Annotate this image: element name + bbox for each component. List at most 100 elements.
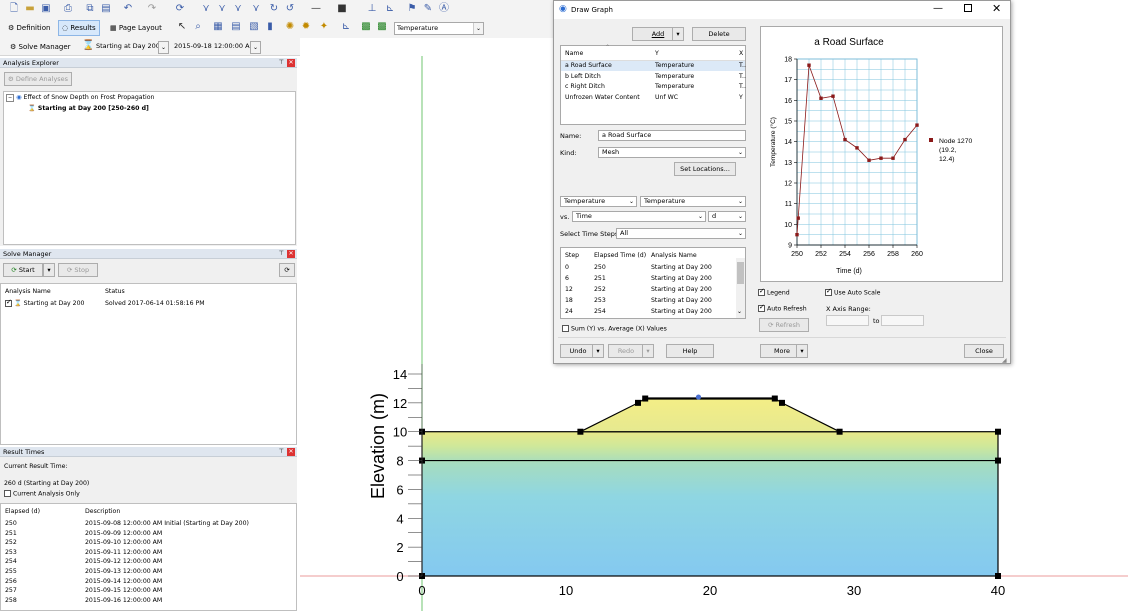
refresh-button[interactable]: ⟳ Refresh bbox=[759, 318, 809, 332]
step-row-step[interactable]: 18 bbox=[565, 297, 573, 304]
graph-row-name[interactable]: b Left Ditch bbox=[565, 73, 601, 80]
set-locations-button[interactable]: Set Locations... bbox=[674, 162, 736, 176]
close-icon[interactable]: ✕ bbox=[992, 2, 1001, 15]
current-analysis-only-checkbox[interactable] bbox=[4, 490, 11, 497]
step-row-step[interactable]: 12 bbox=[565, 286, 573, 293]
auto-refresh-toggle[interactable]: Auto Refresh bbox=[758, 303, 807, 313]
pin-icon[interactable]: ⊤ bbox=[279, 249, 284, 259]
legend-toggle[interactable]: Legend bbox=[758, 287, 790, 297]
x-range-min-input[interactable] bbox=[826, 315, 869, 326]
rotate-icon[interactable]: ↻ bbox=[268, 3, 280, 15]
result-time-elapsed[interactable]: 258 bbox=[5, 597, 17, 604]
analysis-select-dropdown[interactable]: ⌄ bbox=[158, 41, 169, 54]
rotate-back-icon[interactable]: ↺ bbox=[284, 3, 296, 15]
result-time-elapsed[interactable]: 251 bbox=[5, 530, 17, 537]
step-row-elapsed[interactable]: 254 bbox=[594, 308, 606, 315]
sheet-icon[interactable]: ▧ bbox=[248, 21, 260, 33]
pin-icon[interactable]: ⊤ bbox=[279, 447, 284, 457]
flag-icon[interactable]: ⚑ bbox=[406, 3, 418, 15]
auto-scale-checkbox[interactable] bbox=[825, 287, 832, 296]
graph-row-x[interactable]: T.. bbox=[739, 83, 746, 90]
soil-region[interactable] bbox=[421, 431, 999, 577]
vector-icon[interactable]: ✦ bbox=[318, 21, 330, 33]
solve-manager-button[interactable]: ⚙ Solve Manager bbox=[6, 39, 75, 55]
redo-button[interactable]: Redo bbox=[608, 344, 644, 358]
copy-icon[interactable]: ⧉ bbox=[84, 3, 96, 15]
undo-icon[interactable]: ↶ bbox=[122, 3, 134, 15]
name-input[interactable]: a Road Surface bbox=[598, 130, 746, 141]
result-time-description[interactable]: 2015-09-08 12:00:00 AM Initial (Starting… bbox=[85, 520, 249, 527]
contour-parameter-select[interactable]: Temperature ⌄ bbox=[394, 22, 484, 35]
legend-checkbox[interactable] bbox=[758, 287, 765, 296]
result-time-description[interactable]: 2015-09-11 12:00:00 AM bbox=[85, 549, 162, 556]
graph-row-name[interactable]: Unfrozen Water Content bbox=[565, 94, 640, 101]
axis-tool-icon[interactable]: ⊥ bbox=[366, 3, 378, 15]
geometry-point[interactable] bbox=[577, 428, 584, 435]
start-button[interactable]: ⟳ Start bbox=[3, 263, 43, 277]
graph-row-y[interactable]: Temperature bbox=[655, 62, 694, 69]
contour-icon[interactable]: ✺ bbox=[284, 21, 296, 33]
graph-row-y[interactable]: Temperature bbox=[655, 83, 694, 90]
zoom-icon[interactable]: ⌕ bbox=[192, 21, 204, 33]
tree-item-analysis[interactable]: ⌛ Starting at Day 200 [250-260 d] bbox=[28, 104, 149, 112]
table-icon[interactable]: ▦ bbox=[212, 21, 224, 33]
graph-row-x[interactable]: Y bbox=[739, 94, 743, 101]
print-icon[interactable]: ⎙ bbox=[62, 3, 74, 15]
step-row-analysis[interactable]: Starting at Day 200 bbox=[651, 286, 712, 293]
step-row-elapsed[interactable]: 253 bbox=[594, 297, 606, 304]
kind-select[interactable]: Mesh ⌄ bbox=[598, 147, 746, 158]
undo-dropdown[interactable]: ▾ bbox=[592, 344, 604, 358]
step-row-analysis[interactable]: Starting at Day 200 bbox=[651, 264, 712, 271]
graph-node-marker[interactable] bbox=[695, 394, 702, 400]
color-icon[interactable]: ■ bbox=[336, 3, 348, 15]
x-unit-select[interactable]: d ⌄ bbox=[708, 211, 746, 222]
y-category-select[interactable]: Temperature ⌄ bbox=[560, 196, 637, 207]
axis-tool-2-icon[interactable]: ⊾ bbox=[384, 3, 396, 15]
result-time-description[interactable]: 2015-09-13 12:00:00 AM bbox=[85, 568, 162, 575]
step-row-elapsed[interactable]: 251 bbox=[594, 275, 606, 282]
geometry-point[interactable] bbox=[635, 399, 641, 406]
result-time-elapsed[interactable]: 256 bbox=[5, 578, 17, 585]
dialog-titlebar[interactable]: ◉ Draw Graph — ✕ bbox=[554, 1, 1010, 19]
step-row-step[interactable]: 0 bbox=[565, 264, 569, 271]
refresh-solve-button[interactable]: ⟳ bbox=[279, 263, 295, 277]
scroll-down-icon[interactable]: ⌄ bbox=[737, 308, 742, 315]
definition-tab[interactable]: ⚙ Definition bbox=[4, 20, 54, 36]
define-analyses-button[interactable]: ⚙ Define Analyses bbox=[4, 72, 72, 86]
mesh-tool-1-icon[interactable]: ⋎ bbox=[200, 3, 212, 15]
isoline-icon[interactable]: ✹ bbox=[300, 21, 312, 33]
close-button[interactable]: Close bbox=[964, 344, 1004, 358]
auto-scale-toggle[interactable]: Use Auto Scale bbox=[825, 287, 880, 297]
step-row-analysis[interactable]: Starting at Day 200 bbox=[651, 297, 712, 304]
delete-button[interactable]: Delete bbox=[692, 27, 746, 41]
result-time-elapsed[interactable]: 254 bbox=[5, 558, 17, 565]
geometry-point[interactable] bbox=[995, 457, 1001, 464]
start-dropdown[interactable]: ▾ bbox=[43, 263, 55, 277]
mesh-tool-4-icon[interactable]: ⋎ bbox=[250, 3, 262, 15]
close-icon[interactable]: ✕ bbox=[287, 448, 295, 456]
geometry-point[interactable] bbox=[836, 428, 843, 435]
maximize-icon[interactable] bbox=[964, 4, 972, 12]
result-time-elapsed[interactable]: 250 bbox=[5, 520, 17, 527]
auto-refresh-checkbox[interactable] bbox=[758, 303, 765, 312]
tree-item-project[interactable]: − ◉ Effect of Snow Depth on Frost Propag… bbox=[6, 94, 154, 102]
solve-row-checkbox[interactable] bbox=[5, 298, 12, 307]
result-time-description[interactable]: 2015-09-09 12:00:00 AM bbox=[85, 530, 162, 537]
new-file-icon[interactable]: 🗋 bbox=[8, 3, 20, 15]
y-variable-select[interactable]: Temperature ⌄ bbox=[640, 196, 746, 207]
geometry-point[interactable] bbox=[779, 399, 785, 406]
graph-row-y[interactable]: Unf WC bbox=[655, 94, 678, 101]
steps-scrollbar[interactable]: ⌄ bbox=[736, 258, 745, 318]
legend-icon[interactable]: ▩ bbox=[376, 21, 388, 33]
paste-icon[interactable]: ▤ bbox=[100, 3, 112, 15]
select-arrow-icon[interactable]: ↖ bbox=[176, 21, 188, 33]
result-time-description[interactable]: 2015-09-16 12:00:00 AM bbox=[85, 597, 162, 604]
time-select-dropdown[interactable]: ⌄ bbox=[250, 41, 261, 54]
road-embankment-region[interactable] bbox=[580, 397, 840, 433]
step-row-analysis[interactable]: Starting at Day 200 bbox=[651, 308, 712, 315]
result-time-elapsed[interactable]: 252 bbox=[5, 539, 17, 546]
step-row-elapsed[interactable]: 250 bbox=[594, 264, 606, 271]
refresh-icon[interactable]: ⟳ bbox=[174, 3, 186, 15]
result-time-description[interactable]: 2015-09-10 12:00:00 AM bbox=[85, 539, 162, 546]
x-variable-select[interactable]: Time ⌄ bbox=[572, 211, 706, 222]
